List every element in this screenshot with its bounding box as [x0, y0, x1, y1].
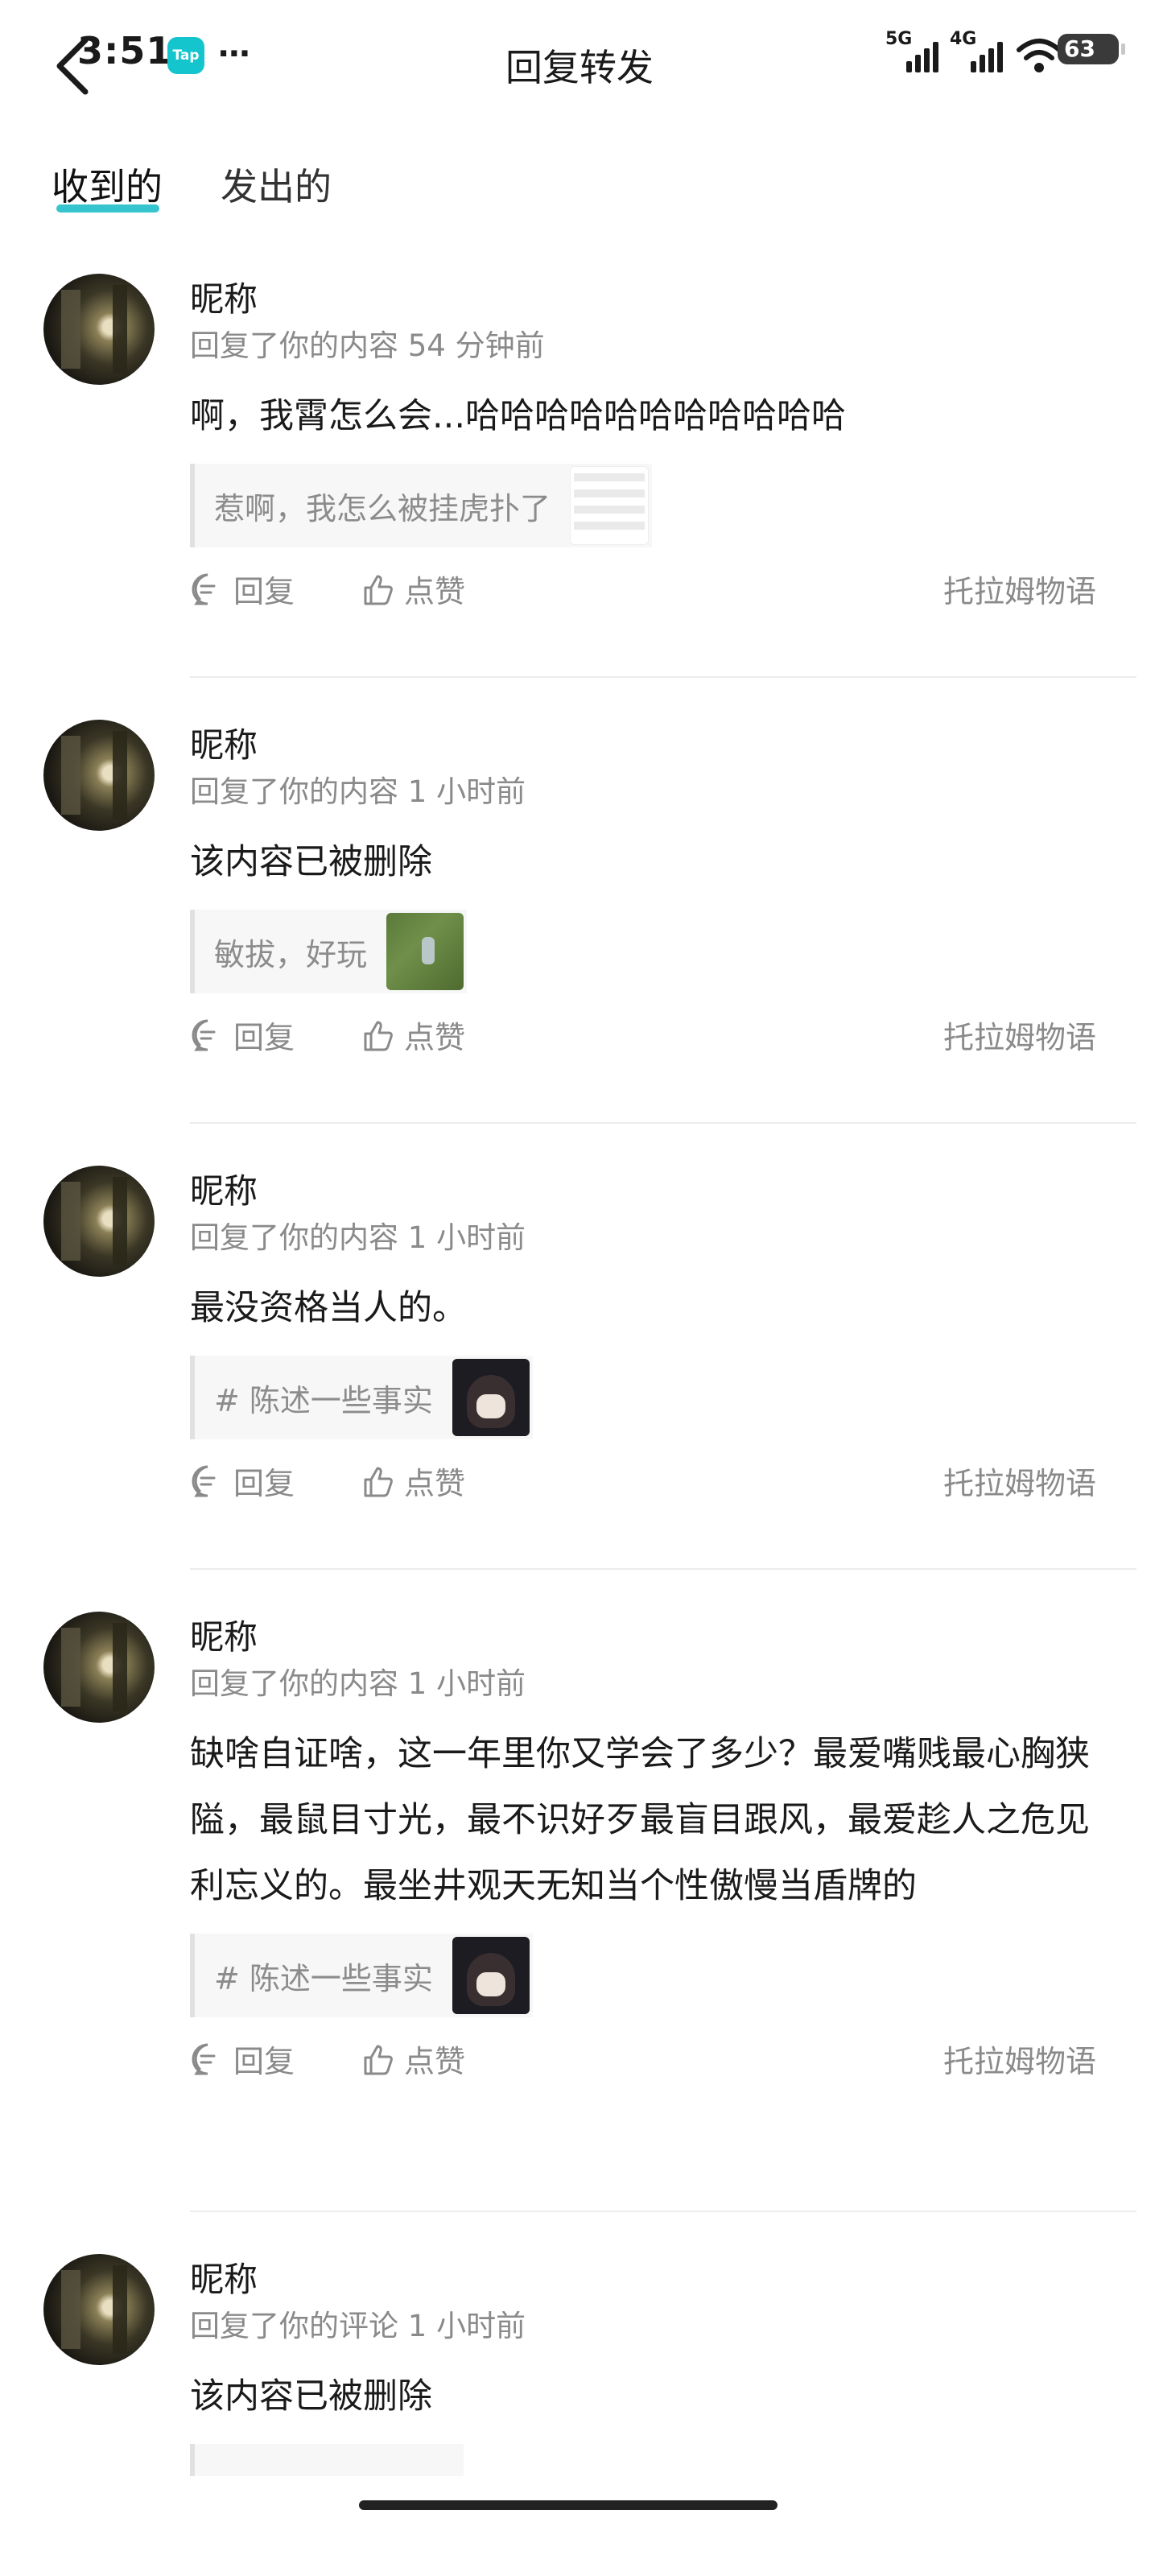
reply-button[interactable]: 回复 — [190, 2037, 295, 2081]
comment-icon — [192, 1465, 216, 1496]
screenshot-thumbnail — [570, 466, 650, 545]
reply-meta: 回复了你的内容 54 分钟前 — [190, 328, 545, 363]
quoted-post[interactable] — [190, 2444, 464, 2476]
divider — [190, 676, 1136, 678]
action-row: 回复 点赞 托拉姆物语 — [190, 1013, 1114, 1061]
quoted-post-text: 敏拔，好玩 — [214, 936, 368, 972]
reply-content[interactable]: 啊，我霄怎么会...哈哈哈哈哈哈哈哈哈哈哈 — [190, 383, 1114, 449]
source-game-link[interactable]: 托拉姆物语 — [943, 567, 1096, 611]
nickname[interactable]: 昵称 — [190, 1170, 1114, 1212]
comment-icon — [192, 573, 216, 605]
reply-button[interactable]: 回复 — [190, 1013, 295, 1057]
thumbs-up-icon — [364, 2045, 393, 2074]
source-game-link[interactable]: 托拉姆物语 — [943, 1459, 1096, 1503]
avatar[interactable] — [43, 2254, 155, 2365]
like-button[interactable]: 点赞 — [361, 567, 465, 611]
nickname[interactable]: 昵称 — [190, 1616, 1114, 1658]
divider — [190, 2211, 1136, 2212]
quoted-post[interactable]: # 陈述一些事实 — [190, 1934, 533, 2017]
quoted-post[interactable]: # 陈述一些事实 — [190, 1356, 533, 1439]
avatar[interactable] — [43, 1612, 155, 1723]
thumbs-up-icon — [364, 575, 393, 605]
battery-indicator: 63 — [1058, 34, 1125, 64]
game-thumbnail — [386, 913, 464, 990]
nickname[interactable]: 昵称 — [190, 2259, 1114, 2301]
reply-content[interactable]: 该内容已被删除 — [190, 829, 1114, 895]
quoted-post-text: # 陈述一些事实 — [214, 1960, 433, 1996]
reply-button[interactable]: 回复 — [190, 567, 295, 611]
cellular-signal-5g-icon: 5G — [885, 29, 938, 76]
like-button[interactable]: 点赞 — [361, 1459, 465, 1503]
anime-avatar-thumbnail — [452, 1359, 530, 1436]
tab-bar: 收到的 发出的 — [52, 158, 332, 213]
action-row: 回复 点赞 托拉姆物语 — [190, 2037, 1114, 2085]
divider — [190, 1568, 1136, 1570]
reply-content[interactable]: 最没资格当人的。 — [190, 1275, 1114, 1341]
reply-content[interactable]: 该内容已被删除 — [190, 2363, 1114, 2429]
divider — [190, 1122, 1136, 1124]
reply-meta: 回复了你的评论 1 小时前 — [190, 2309, 526, 2343]
reply-content[interactable]: 缺啥自证啥，这一年里你又学会了多少？最爱嘴贱最心胸狭隘，最鼠目寸光，最不识好歹最… — [190, 1721, 1114, 1919]
tab-received[interactable]: 收到的 — [52, 158, 163, 213]
quoted-post[interactable]: 敏拔，好玩 — [190, 910, 468, 993]
anime-avatar-thumbnail — [452, 1937, 530, 2014]
thumbs-up-icon — [364, 1467, 393, 1496]
quoted-post-text: # 陈述一些事实 — [214, 1382, 433, 1418]
quoted-post-text: 惹啊，我怎么被挂虎扑了 — [214, 490, 551, 526]
action-row: 回复 点赞 托拉姆物语 — [190, 567, 1114, 615]
source-game-link[interactable]: 托拉姆物语 — [943, 1013, 1096, 1057]
source-game-link[interactable]: 托拉姆物语 — [943, 2037, 1096, 2081]
comment-icon — [192, 1019, 216, 1051]
nickname[interactable]: 昵称 — [190, 279, 1114, 320]
comment-icon — [192, 2043, 216, 2074]
status-bar: 3:51 Tap ··· 回复转发 5G 4G 63 — [0, 0, 1159, 105]
like-button[interactable]: 点赞 — [361, 1013, 465, 1057]
home-indicator[interactable] — [359, 2500, 777, 2510]
tab-sent[interactable]: 发出的 — [221, 158, 332, 211]
like-button[interactable]: 点赞 — [361, 2037, 465, 2081]
nickname[interactable]: 昵称 — [190, 724, 1114, 766]
quoted-post[interactable]: 惹啊，我怎么被挂虎扑了 — [190, 464, 653, 547]
action-row: 回复 点赞 托拉姆物语 — [190, 1459, 1114, 1507]
avatar[interactable] — [43, 274, 155, 385]
system-indicators: 5G 4G 63 — [885, 27, 1125, 76]
reply-meta: 回复了你的内容 1 小时前 — [190, 1220, 526, 1255]
cellular-signal-4g-icon: 4G — [950, 29, 1003, 76]
reply-meta: 回复了你的内容 1 小时前 — [190, 774, 526, 809]
avatar[interactable] — [43, 1166, 155, 1277]
reply-meta: 回复了你的内容 1 小时前 — [190, 1666, 526, 1701]
avatar[interactable] — [43, 720, 155, 831]
thumbs-up-icon — [364, 1021, 393, 1051]
reply-button[interactable]: 回复 — [190, 1459, 295, 1503]
wifi-icon — [1017, 39, 1062, 72]
